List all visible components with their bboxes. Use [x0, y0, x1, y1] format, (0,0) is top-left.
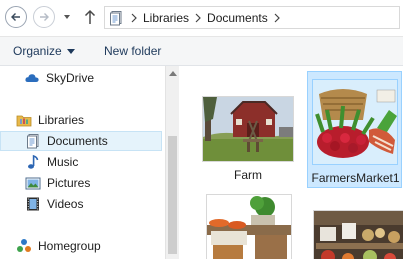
breadcrumb-documents[interactable]: Documents	[207, 11, 268, 25]
file-name: Farm	[234, 168, 262, 182]
nav-item-pictures[interactable]: Pictures	[25, 173, 90, 193]
documents-icon	[27, 134, 39, 149]
image-3-thumbnail	[206, 194, 292, 259]
nav-item-videos[interactable]: Videos	[25, 194, 83, 214]
nav-item-homegroup[interactable]: Homegroup	[16, 236, 101, 256]
nav-item-label: Music	[47, 155, 79, 169]
organize-button[interactable]: Organize	[13, 44, 75, 58]
nav-item-label: SkyDrive	[46, 71, 95, 85]
file-item-farmersmarket1[interactable]: FarmersMarket1	[307, 71, 402, 188]
image-4-thumbnail	[313, 210, 403, 259]
address-bar: Libraries Documents	[0, 0, 403, 36]
arrow-left-icon	[11, 13, 20, 21]
cloud-icon	[25, 74, 39, 82]
nav-item-skydrive[interactable]: SkyDrive	[24, 68, 94, 88]
navigation-pane: SkyDrive Libraries Documents Music Pictu…	[0, 66, 165, 259]
nav-item-music[interactable]: Music	[25, 152, 78, 172]
farm-photo	[203, 97, 293, 161]
file-item-image-3[interactable]	[202, 192, 296, 259]
produce-table-photo	[314, 211, 403, 259]
nav-item-label: Pictures	[47, 176, 91, 190]
scrollbar-thumb[interactable]	[168, 136, 177, 254]
back-button[interactable]	[5, 6, 27, 28]
pictures-icon	[25, 177, 41, 190]
documents-library-icon	[110, 10, 122, 25]
command-bar: Organize New folder	[0, 36, 403, 66]
nav-item-label: Libraries	[38, 113, 85, 127]
nav-item-documents[interactable]: Documents	[0, 131, 162, 151]
chevron-right-icon	[195, 13, 201, 22]
farmersmarket1-thumbnail	[312, 79, 398, 165]
file-item-image-4[interactable]	[310, 208, 403, 259]
scroll-up-arrow-icon[interactable]	[169, 71, 177, 76]
nav-item-label: Homegroup	[38, 239, 101, 253]
new-folder-button[interactable]: New folder	[104, 44, 161, 58]
breadcrumb-libraries[interactable]: Libraries	[143, 11, 189, 25]
organize-label: Organize	[13, 44, 62, 58]
farm-thumbnail	[202, 96, 294, 162]
chevron-down-icon	[66, 49, 75, 55]
navigation-pane-scrollbar[interactable]	[165, 66, 179, 259]
arrow-right-icon	[40, 13, 49, 21]
chevron-right-icon[interactable]	[273, 13, 281, 23]
homegroup-icon	[17, 239, 31, 252]
nav-item-label: Videos	[47, 197, 84, 211]
nav-item-label: Documents	[47, 134, 108, 148]
chevron-right-icon	[131, 13, 137, 22]
address-path-box[interactable]: Libraries Documents	[104, 6, 400, 29]
music-note-icon	[28, 154, 39, 169]
market-stall-photo	[207, 195, 291, 259]
file-list-pane: Farm FarmersMarket1	[180, 66, 403, 259]
video-film-icon	[27, 197, 39, 211]
farmersmarket1-photo	[313, 80, 397, 164]
forward-button[interactable]	[33, 6, 55, 28]
libraries-folder-icon	[16, 115, 32, 127]
recent-locations-dropdown[interactable]	[63, 13, 71, 21]
file-name: FarmersMarket1	[311, 171, 400, 185]
file-item-farm[interactable]: Farm	[195, 92, 301, 187]
nav-item-libraries[interactable]: Libraries	[16, 110, 84, 130]
up-arrow-button[interactable]	[83, 9, 97, 25]
